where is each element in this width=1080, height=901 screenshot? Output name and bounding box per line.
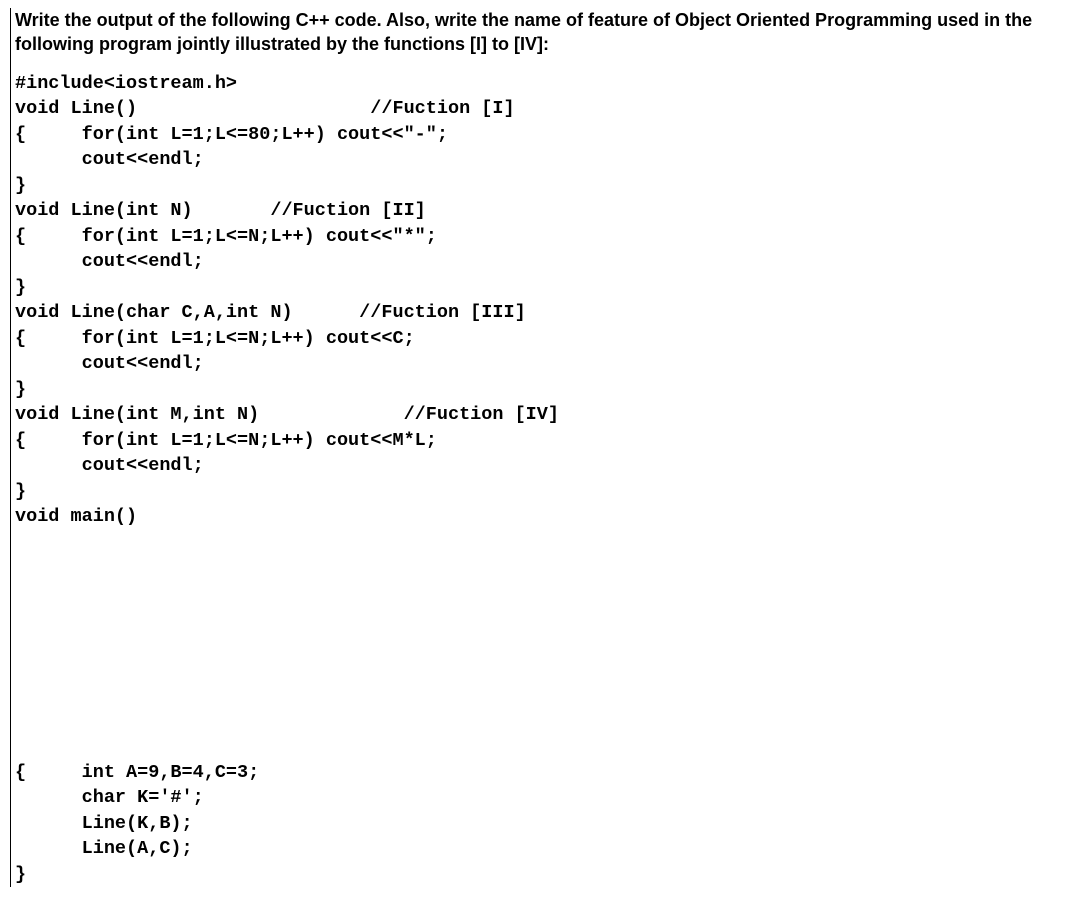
question-text: Write the output of the following C++ co… — [15, 8, 1070, 57]
code-block-top: #include<iostream.h> void Line() //Fucti… — [15, 71, 1070, 530]
code-block-bottom: { int A=9,B=4,C=3; char K='#'; Line(K,B)… — [15, 760, 1070, 888]
